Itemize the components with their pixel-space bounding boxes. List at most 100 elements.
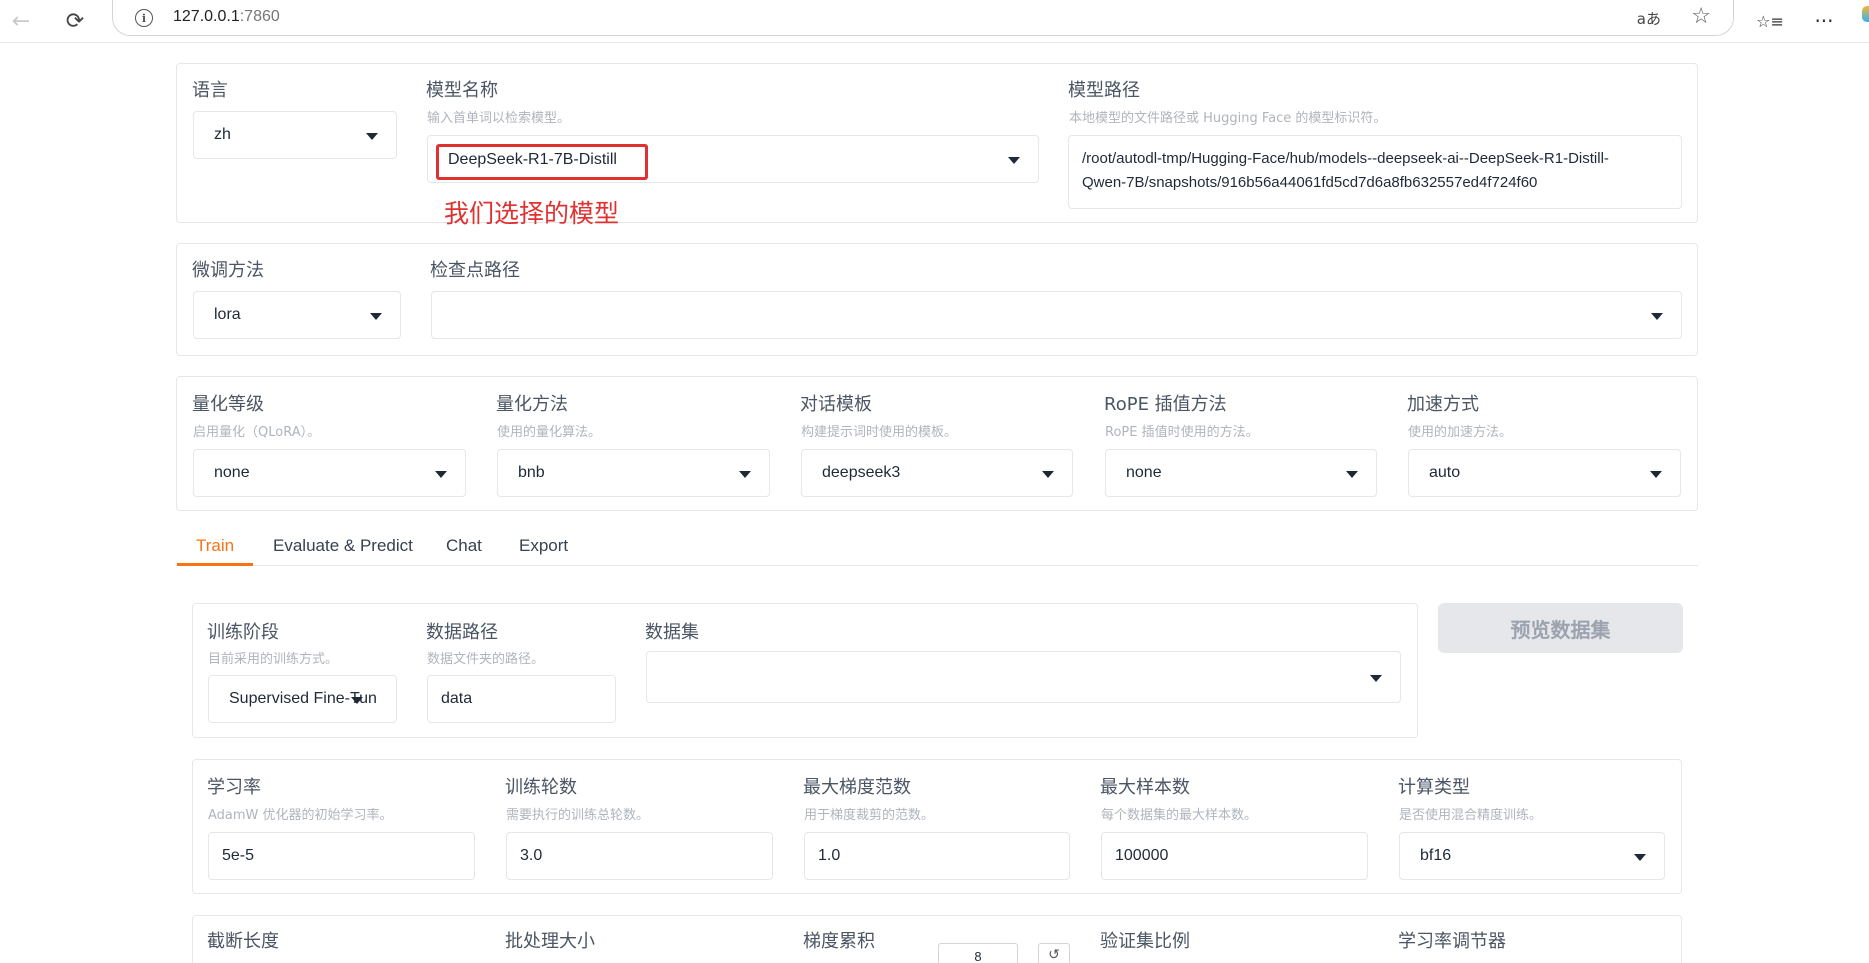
max-samples-label: 最大样本数 <box>1100 777 1190 798</box>
quantization-bit-value: none <box>214 464 250 481</box>
chevron-down-icon <box>1650 471 1662 478</box>
gradient-accumulation-label: 梯度累积 <box>803 931 875 952</box>
language-dropdown[interactable]: zh <box>193 111 397 159</box>
model-name-info: 输入首单词以检索模型。 <box>427 111 571 126</box>
compute-type-info: 是否使用混合精度训练。 <box>1399 808 1543 823</box>
epochs-value: 3.0 <box>520 847 543 864</box>
compute-type-label: 计算类型 <box>1398 777 1470 798</box>
quantization-method-info: 使用的量化算法。 <box>497 425 602 440</box>
booster-value: auto <box>1429 464 1461 481</box>
dataset-dir-info: 数据文件夹的路径。 <box>427 652 545 667</box>
model-name-label: 模型名称 <box>426 80 498 101</box>
quantization-bit-label: 量化等级 <box>192 394 264 415</box>
chevron-down-icon <box>351 697 363 704</box>
url-text[interactable]: 127.0.0.1:7860 <box>173 8 280 26</box>
chevron-down-icon <box>1008 157 1020 164</box>
template-label: 对话模板 <box>800 394 872 415</box>
epochs-info: 需要执行的训练总轮数。 <box>506 808 650 823</box>
batch-size-label: 批处理大小 <box>505 931 595 952</box>
annotation-text: 我们选择的模型 <box>444 199 620 228</box>
finetune-method-value: lora <box>214 306 241 323</box>
template-value: deepseek3 <box>822 464 901 481</box>
booster-dropdown[interactable]: auto <box>1408 449 1681 497</box>
tab-export[interactable]: Export <box>519 536 568 556</box>
reload-icon[interactable]: ⟳ <box>58 4 92 38</box>
favorites-icon[interactable]: ☆≡ <box>1752 4 1788 38</box>
dataset-label: 数据集 <box>645 622 699 643</box>
favorite-star-icon[interactable]: ☆ <box>1691 4 1711 29</box>
chevron-down-icon <box>1346 471 1358 478</box>
chevron-down-icon <box>1634 854 1646 861</box>
gradient-accumulation-input[interactable]: 8 <box>938 943 1018 963</box>
booster-label: 加速方式 <box>1407 394 1479 415</box>
chevron-down-icon <box>739 471 751 478</box>
dataset-dir-label: 数据路径 <box>426 622 498 643</box>
active-tab-indicator <box>177 563 253 566</box>
annotation-highlight-box <box>436 144 648 180</box>
chevron-down-icon <box>435 471 447 478</box>
max-grad-norm-input[interactable]: 1.0 <box>804 832 1070 880</box>
back-icon[interactable]: ← <box>4 4 38 38</box>
dataset-dir-value: data <box>441 690 473 707</box>
training-stage-info: 目前采用的训练方式。 <box>208 652 339 667</box>
tab-chat[interactable]: Chat <box>446 536 482 556</box>
learning-rate-label: 学习率 <box>207 777 261 798</box>
max-samples-input[interactable]: 100000 <box>1101 832 1368 880</box>
model-path-input[interactable]: /root/autodl-tmp/Hugging-Face/hub/models… <box>1068 135 1682 209</box>
chevron-down-icon <box>1651 313 1663 320</box>
site-info-icon[interactable]: i <box>135 9 153 27</box>
quantization-bit-info: 启用量化（QLoRA）。 <box>193 425 321 440</box>
rope-scaling-value: none <box>1126 464 1162 481</box>
copilot-icon[interactable] <box>1862 6 1869 22</box>
checkpoint-path-dropdown[interactable] <box>431 291 1682 339</box>
language-value: zh <box>214 126 231 143</box>
training-stage-dropdown[interactable]: Supervised Fine-Tun <box>208 675 397 723</box>
tab-train[interactable]: Train <box>196 536 234 556</box>
booster-info: 使用的加速方法。 <box>1408 425 1513 440</box>
quantization-method-label: 量化方法 <box>496 394 568 415</box>
dataset-dir-input[interactable]: data <box>427 675 616 723</box>
chevron-down-icon <box>1042 471 1054 478</box>
model-path-info: 本地模型的文件路径或 Hugging Face 的模型标识符。 <box>1069 111 1387 126</box>
chevron-down-icon <box>370 313 382 320</box>
max-samples-info: 每个数据集的最大样本数。 <box>1101 808 1258 823</box>
main-tabs: Train Evaluate & Predict Chat Export <box>176 524 1698 566</box>
quantization-bit-dropdown[interactable]: none <box>193 449 466 497</box>
template-dropdown[interactable]: deepseek3 <box>801 449 1073 497</box>
preview-dataset-button[interactable]: 预览数据集 <box>1438 603 1683 653</box>
learning-rate-info: AdamW 优化器的初始学习率。 <box>208 808 393 823</box>
chevron-down-icon <box>1370 675 1382 682</box>
language-label: 语言 <box>192 80 228 101</box>
rope-scaling-label: RoPE 插值方法 <box>1104 394 1227 415</box>
url-port: :7860 <box>239 8 280 25</box>
finetune-method-dropdown[interactable]: lora <box>193 291 401 339</box>
address-bar[interactable]: i 127.0.0.1:7860 aあ ☆ <box>112 0 1734 36</box>
tab-evaluate-predict[interactable]: Evaluate & Predict <box>273 536 413 556</box>
epochs-label: 训练轮数 <box>505 777 577 798</box>
model-path-line-1: /root/autodl-tmp/Hugging-Face/hub/models… <box>1082 150 1609 167</box>
url-host: 127.0.0.1 <box>173 8 240 25</box>
checkpoint-path-label: 检查点路径 <box>430 260 520 281</box>
read-aloud-icon[interactable]: aあ <box>1637 8 1661 29</box>
dataset-dropdown[interactable] <box>646 651 1401 703</box>
max-grad-norm-info: 用于梯度裁剪的范数。 <box>804 808 935 823</box>
more-menu-icon[interactable]: ··· <box>1806 4 1842 38</box>
max-samples-value: 100000 <box>1115 847 1169 864</box>
max-grad-norm-value: 1.0 <box>818 847 841 864</box>
template-info: 构建提示词时使用的模板。 <box>801 425 958 440</box>
model-path-line-2: Qwen-7B/snapshots/916b56a44061fd5cd7d6a8… <box>1082 174 1538 191</box>
browser-toolbar: ← ⟳ i 127.0.0.1:7860 aあ ☆ ☆≡ ··· <box>0 0 1869 43</box>
cutoff-length-label: 截断长度 <box>207 931 279 952</box>
compute-type-value: bf16 <box>1420 847 1452 864</box>
lr-scheduler-label: 学习率调节器 <box>1398 931 1506 952</box>
reset-icon[interactable]: ↺ <box>1038 943 1070 963</box>
learning-rate-value: 5e-5 <box>222 847 255 864</box>
rope-scaling-dropdown[interactable]: none <box>1105 449 1377 497</box>
training-stage-label: 训练阶段 <box>207 622 279 643</box>
epochs-input[interactable]: 3.0 <box>506 832 773 880</box>
quantization-method-dropdown[interactable]: bnb <box>497 449 770 497</box>
compute-type-dropdown[interactable]: bf16 <box>1399 832 1665 880</box>
rope-scaling-info: RoPE 插值时使用的方法。 <box>1105 425 1259 440</box>
learning-rate-input[interactable]: 5e-5 <box>208 832 475 880</box>
model-path-label: 模型路径 <box>1068 80 1140 101</box>
